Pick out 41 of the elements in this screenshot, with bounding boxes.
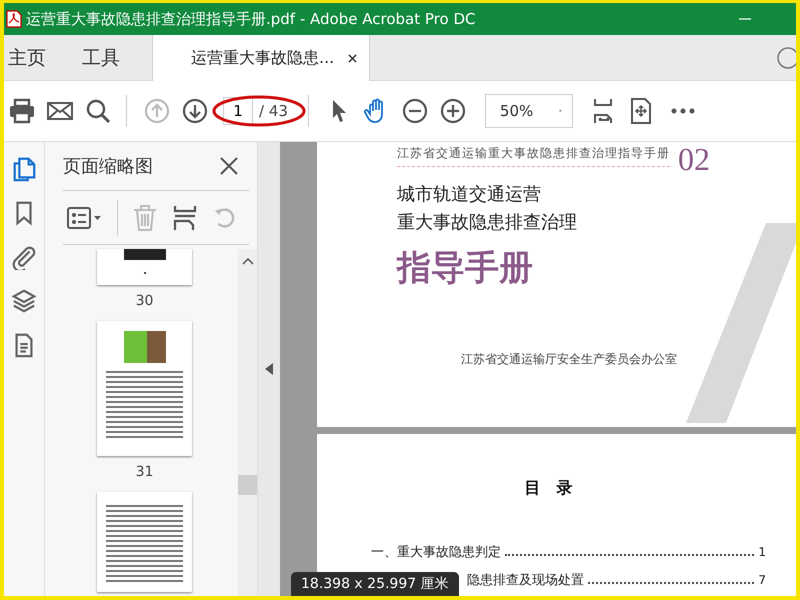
page-total: / 43 [259,102,288,120]
page-size-tooltip: 18.398 x 25.997 厘米 [291,572,459,596]
nav-tab[interactable]: 工具 [78,35,130,80]
contents-page-number: 7 [758,573,766,587]
window-title: 运营重大事故隐患排查治理指导手册.pdf - Adobe Acrobat Pro DC [26,10,476,28]
page-number-label: 30 [136,293,154,309]
panel-title: 页面缩略图 [63,155,153,178]
scroll-up-icon[interactable] [242,257,254,265]
scrollbar[interactable] [238,249,257,596]
contents-entry: 隐患排查及现场处置 [467,572,584,589]
document-tab-label[interactable]: 运营重大事故隐患... [191,48,334,68]
close-icon[interactable] [219,156,239,176]
contents-page-number: 1 [758,545,766,559]
document-tab[interactable]: 运营重大事故隐患... [152,35,370,81]
pages-icon[interactable] [11,156,37,182]
layers-icon[interactable] [11,288,37,314]
collapse-arrow-icon[interactable] [265,363,273,375]
search-icon[interactable] [84,97,112,125]
contents-entry: 一、重大事故隐患判定 [371,544,501,561]
page-number-label: 31 [136,464,154,480]
print-icon[interactable] [8,97,36,125]
publisher-text: 江苏省交通运输厅安全生产委员会办公室 [461,351,678,368]
page-thumbnail[interactable] [97,492,192,592]
cover-title-line: 城市轨道交通运营 [397,183,542,207]
options-icon[interactable] [67,206,103,230]
volume-number: 02 [678,143,710,175]
zoom-in-icon[interactable] [438,97,467,125]
zoom-dropdown[interactable]: 50% [484,94,573,128]
page-thumbnail[interactable] [97,249,192,285]
contents-heading: 目 录 [524,478,572,499]
scroll-thumb[interactable] [238,475,257,495]
paperclip-icon[interactable] [11,244,37,270]
pdf-file-icon [6,10,22,28]
cover-title-line: 重大事故隐患排查治理 [397,211,578,235]
close-icon[interactable] [348,54,358,62]
page-thumbnail[interactable] [97,321,192,456]
zoom-out-icon[interactable] [400,97,429,125]
insert-page-icon[interactable] [172,204,198,232]
cover-main-title: 指导手册 [397,247,534,290]
series-title: 江苏省交通运输重大事故隐患排查治理指导手册 [397,146,670,160]
nav-tab[interactable]: 主页 [4,35,56,80]
